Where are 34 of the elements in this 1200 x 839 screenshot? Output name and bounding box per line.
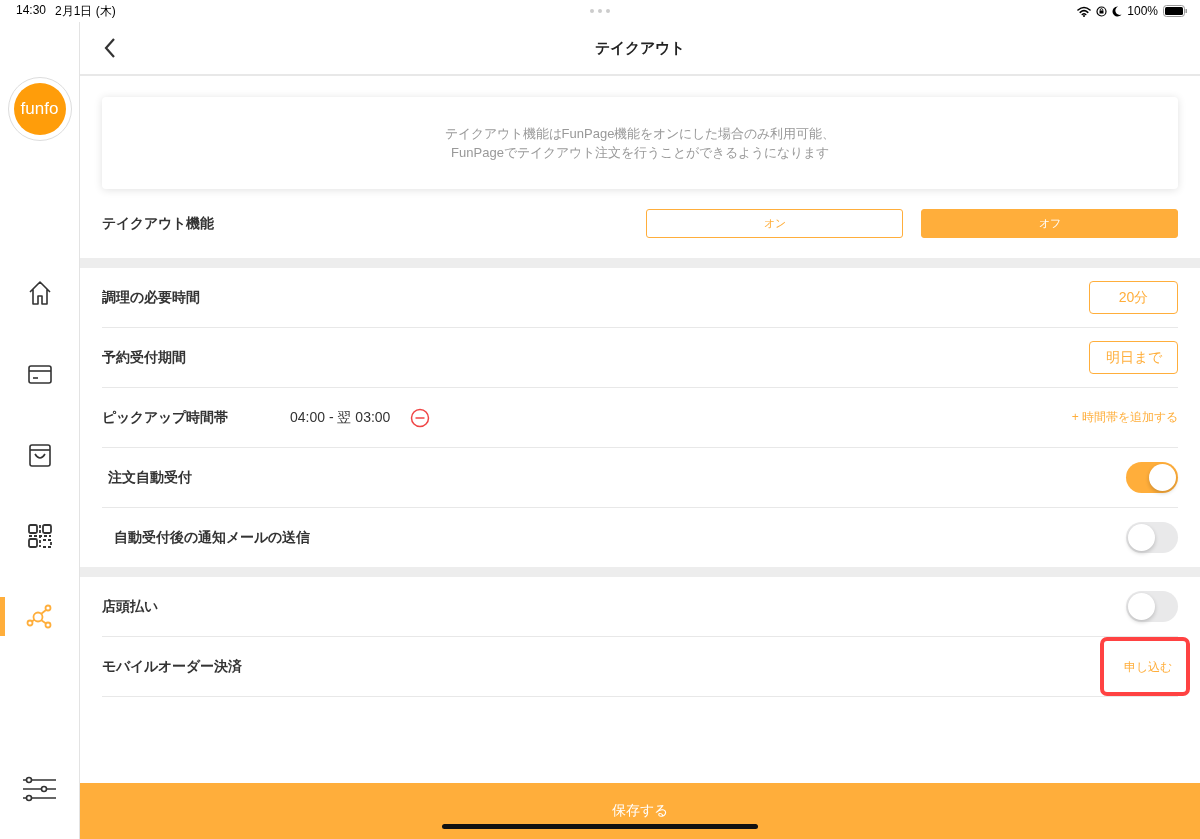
setting-label: テイクアウト機能: [102, 214, 215, 233]
time-range: 04:00 - 翌 03:00: [290, 408, 391, 427]
toggle-switch[interactable]: [1126, 591, 1178, 622]
add-time-slot-link[interactable]: + 時間帯を追加する: [1071, 409, 1178, 426]
toggle-switch[interactable]: [1126, 522, 1178, 553]
wifi-icon: [1077, 5, 1092, 17]
back-chevron-icon[interactable]: [104, 38, 116, 58]
battery-icon: [1163, 5, 1188, 17]
setting-label: 自動受付後の通知メールの送信: [114, 528, 310, 547]
setting-label: モバイルオーダー決済: [102, 657, 242, 676]
sliders-icon[interactable]: [22, 774, 57, 803]
toggle-option-button[interactable]: オフ: [921, 209, 1178, 238]
value-picker-button[interactable]: 明日まで: [1089, 341, 1178, 374]
battery-percentage: 100%: [1127, 4, 1158, 18]
setting-label: 調理の必要時間: [102, 288, 200, 307]
status-date: 2月1日 (木): [55, 2, 116, 20]
toggle-option-button[interactable]: オン: [646, 209, 903, 238]
setting-label: 予約受付期間: [102, 348, 186, 367]
toggle-switch[interactable]: [1126, 462, 1178, 493]
setting-label: 注文自動受付: [108, 468, 192, 487]
setting-label: 店頭払い: [102, 597, 158, 616]
multitasking-dots-icon[interactable]: [589, 8, 611, 14]
value-picker-button[interactable]: 20分: [1089, 281, 1178, 314]
apply-link[interactable]: 申し込む: [1124, 660, 1172, 674]
orientation-lock-icon: [1096, 5, 1108, 17]
qr-code-icon[interactable]: [25, 521, 54, 550]
moon-icon: [1112, 5, 1123, 17]
setting-label: ピックアップ時間帯: [102, 408, 229, 427]
remove-circle-icon[interactable]: [410, 407, 431, 428]
status-time: 14:30: [16, 2, 47, 19]
logo-text: funfo: [13, 83, 66, 135]
save-button[interactable]: 保存する: [80, 783, 1200, 839]
page-title: テイクアウト: [595, 38, 685, 58]
notice-text: テイクアウト機能はFunPage機能をオンにした場合のみ利用可能、 FunPageでテイクアウト注文を行うことができるようになります: [444, 125, 836, 162]
